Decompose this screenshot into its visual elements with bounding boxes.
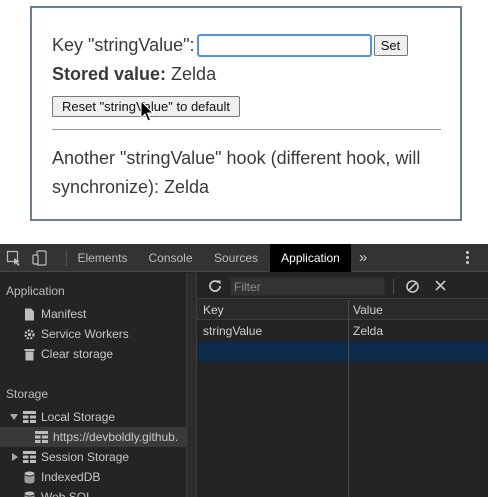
table-header: Key Value — [197, 300, 488, 320]
sidebar-item-label: Manifest — [41, 307, 87, 321]
grid-table-icon — [22, 450, 36, 464]
storage-view: Key Value stringValue Zelda — [197, 273, 488, 497]
more-tabs-button[interactable]: » — [359, 244, 367, 272]
application-sidebar: Application Manifest Service Workers Cle… — [0, 273, 186, 497]
row-value-cell[interactable]: Zelda — [353, 321, 383, 341]
filter-input[interactable] — [230, 277, 385, 296]
divider — [52, 129, 441, 130]
set-button[interactable]: Set — [373, 35, 408, 56]
demo-card: Key "stringValue": Set Stored value: Zel… — [30, 6, 462, 221]
sidebar-item-label: Clear storage — [41, 347, 114, 361]
file-icon — [22, 307, 36, 321]
mouse-cursor-icon — [140, 100, 154, 122]
stored-value-line: Stored value: Zelda — [52, 64, 216, 85]
row-key-cell[interactable]: stringValue — [203, 321, 262, 341]
another-hook-text: Another "stringValue" hook (different ho… — [52, 148, 421, 197]
sidebar-item-label: Session Storage — [41, 450, 130, 464]
collapsed-arrow-icon[interactable] — [12, 453, 18, 461]
trash-icon — [22, 347, 36, 361]
storage-heading: Storage — [6, 387, 49, 401]
key-row: Key "stringValue": Set — [52, 34, 408, 57]
column-header-key[interactable]: Key — [203, 300, 224, 320]
storage-table: Key Value stringValue Zelda — [197, 300, 488, 497]
tab-elements[interactable]: Elements — [70, 244, 135, 272]
device-toolbar-icon[interactable] — [32, 250, 48, 266]
table-row[interactable]: stringValue Zelda — [197, 321, 488, 341]
delete-selected-icon[interactable] — [433, 278, 448, 293]
table-row-new-entry[interactable] — [197, 341, 488, 361]
column-header-value[interactable]: Value — [353, 300, 383, 320]
database-icon — [22, 470, 36, 484]
sidebar-item-manifest[interactable]: Manifest — [22, 304, 86, 324]
devtools-panel: Elements Console Sources Application » A… — [0, 244, 488, 497]
key-label: Key "stringValue": — [52, 35, 195, 55]
sidebar-item-indexeddb[interactable]: IndexedDB — [22, 467, 100, 487]
gear-icon — [22, 327, 36, 341]
grid-table-icon — [34, 430, 48, 444]
application-heading: Application — [6, 284, 65, 298]
tab-sources[interactable]: Sources — [206, 244, 266, 272]
sidebar-item-label: Service Workers — [41, 327, 129, 341]
sidebar-item-websql[interactable]: Web SQL — [22, 487, 93, 497]
sidebar-item-label: Web SQL — [41, 490, 93, 497]
sidebar-item-label: IndexedDB — [41, 470, 101, 484]
inspect-element-icon[interactable] — [6, 250, 22, 266]
toolbar-separator — [393, 279, 394, 294]
database-icon — [22, 490, 36, 497]
tab-separator — [66, 250, 67, 266]
sidebar-item-clear-storage[interactable]: Clear storage — [22, 344, 113, 364]
devtools-tabbar: Elements Console Sources Application » — [0, 244, 488, 272]
expanded-arrow-icon[interactable] — [10, 414, 18, 420]
storage-toolbar — [197, 273, 488, 299]
column-divider[interactable] — [348, 300, 349, 497]
tab-application[interactable]: Application — [270, 244, 351, 272]
sidebar-item-label: https://devboldly.github. — [53, 430, 179, 444]
stored-value: Zelda — [171, 64, 217, 84]
sidebar-item-local-storage[interactable]: Local Storage — [10, 407, 115, 427]
sidebar-resizer[interactable] — [186, 273, 197, 497]
stored-value-label: Stored value: — [52, 64, 167, 84]
sidebar-item-service-workers[interactable]: Service Workers — [22, 324, 129, 344]
tab-console[interactable]: Console — [138, 244, 203, 272]
sidebar-item-local-storage-origin[interactable]: https://devboldly.github. — [0, 427, 186, 447]
grid-table-icon — [22, 410, 36, 424]
refresh-icon[interactable] — [207, 278, 223, 294]
string-value-input[interactable] — [196, 34, 372, 57]
clear-all-icon[interactable] — [405, 279, 420, 294]
sidebar-item-session-storage[interactable]: Session Storage — [10, 447, 129, 467]
kebab-menu-icon[interactable] — [460, 249, 474, 267]
sidebar-item-label: Local Storage — [41, 410, 116, 424]
